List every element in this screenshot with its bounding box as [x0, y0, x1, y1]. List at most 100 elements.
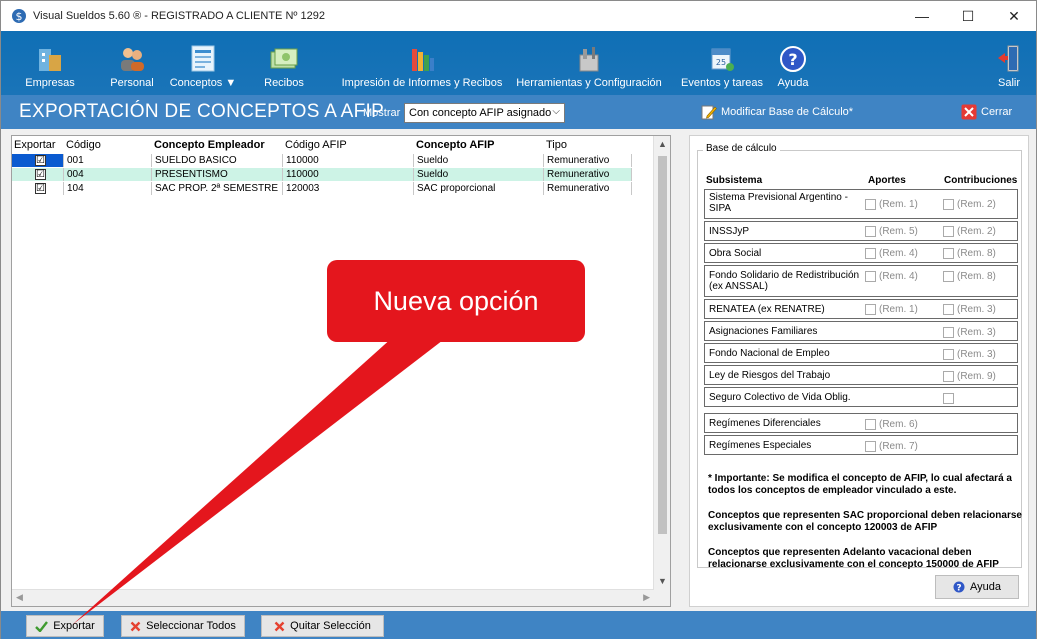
scroll-left-icon[interactable]: ◀: [16, 592, 23, 603]
footer-bar: Exportar Seleccionar Todos Quitar Selecc…: [1, 611, 1036, 639]
subsistema-row-fondo-empleo: Fondo Nacional de Empleo (Rem. 3): [704, 343, 1018, 363]
table-row[interactable]: ☑ 104 SAC PROP. 2ª SEMESTRE 120003 SAC p…: [12, 182, 632, 195]
contrib-checkbox[interactable]: [943, 248, 954, 259]
app-icon: $: [12, 9, 26, 23]
row-codigo-afip: 110000: [283, 154, 414, 167]
page-title: EXPORTACIÓN DE CONCEPTOS A AFIP: [19, 101, 385, 122]
row-codigo: 001: [64, 154, 152, 167]
exportar-button[interactable]: Exportar: [26, 615, 104, 637]
contrib-checkbox[interactable]: [943, 226, 954, 237]
toolbar-salir[interactable]: Salir: [989, 31, 1029, 95]
ayuda-button[interactable]: ? Ayuda: [935, 575, 1019, 599]
table-row[interactable]: ☑ 001 SUELDO BASICO 110000 Sueldo Remune…: [12, 154, 632, 167]
toolbar-ayuda[interactable]: ? Ayuda: [771, 31, 815, 95]
contrib-checkbox[interactable]: [943, 349, 954, 360]
row-concepto-afip: Sueldo: [414, 168, 544, 181]
aporte-checkbox[interactable]: [865, 304, 876, 315]
row-concepto: PRESENTISMO: [152, 168, 283, 181]
row-codigo: 104: [64, 182, 152, 195]
help-icon: ?: [953, 581, 965, 593]
aporte-checkbox[interactable]: [865, 199, 876, 210]
calendar-icon: 25: [711, 48, 734, 71]
grid-vertical-scrollbar[interactable]: ▲ ▼: [653, 136, 670, 606]
subsistema-row-fondo-solidario: Fondo Solidario de Redistribución (ex AN…: [704, 265, 1018, 297]
subsistema-row-inssjyp: INSSJyP (Rem. 5) (Rem. 2): [704, 221, 1018, 241]
tools-icon: [579, 47, 599, 72]
col-exportar[interactable]: Exportar: [14, 136, 56, 154]
base-calculo-panel: Base de cálculo Subsistema Aportes Contr…: [689, 135, 1029, 607]
row-concepto-afip: Sueldo: [414, 154, 544, 167]
svg-text:25: 25: [716, 58, 726, 67]
aportes-header: Aportes: [868, 175, 906, 186]
cerrar-button[interactable]: Cerrar: [961, 104, 1012, 120]
cross-icon: [274, 621, 285, 631]
note-sac: Conceptos que representen SAC proporcion…: [708, 510, 1022, 533]
close-window-button[interactable]: ✕: [991, 1, 1037, 31]
conceptos-grid: Exportar Código Concepto Empleador Códig…: [11, 135, 671, 607]
export-checkbox[interactable]: ☑: [35, 155, 46, 166]
toolbar-empresas[interactable]: Empresas: [19, 31, 81, 95]
table-row[interactable]: ☑ 004 PRESENTISMO 110000 Sueldo Remunera…: [12, 168, 632, 181]
callout-nueva-opcion: Nueva opción: [327, 260, 585, 342]
svg-text:$: $: [16, 10, 23, 23]
row-concepto: SAC PROP. 2ª SEMESTRE: [152, 182, 283, 195]
close-red-icon: [961, 104, 977, 120]
aporte-checkbox[interactable]: [865, 248, 876, 259]
row-codigo-afip: 110000: [283, 168, 414, 181]
col-codigo-afip[interactable]: Código AFIP: [285, 136, 347, 154]
maximize-button[interactable]: ☐: [945, 1, 991, 31]
chevron-down-icon: ⌵: [552, 106, 560, 117]
seleccionar-todos-button[interactable]: Seleccionar Todos: [121, 615, 245, 637]
minimize-button[interactable]: —: [899, 1, 945, 31]
toolbar-recibos[interactable]: Recibos: [257, 31, 311, 95]
toolbar-conceptos[interactable]: Conceptos ▼: [167, 31, 239, 95]
contrib-checkbox[interactable]: [943, 393, 954, 404]
quitar-seleccion-button[interactable]: Quitar Selección: [261, 615, 384, 637]
subsistema-row-diferenciales: Regímenes Diferenciales (Rem. 6): [704, 413, 1018, 433]
aporte-checkbox[interactable]: [865, 441, 876, 452]
contrib-checkbox[interactable]: [943, 271, 954, 282]
mostrar-select[interactable]: Con concepto AFIP asignado ⌵: [404, 103, 565, 123]
scroll-up-icon[interactable]: ▲: [658, 139, 667, 149]
col-concepto-empleador[interactable]: Concepto Empleador: [154, 136, 265, 154]
export-checkbox[interactable]: ☑: [35, 183, 46, 194]
section-header: EXPORTACIÓN DE CONCEPTOS A AFIP Mostrar …: [1, 95, 1036, 129]
scroll-down-icon[interactable]: ▼: [658, 576, 667, 586]
col-tipo[interactable]: Tipo: [546, 136, 567, 154]
toolbar-impresion[interactable]: Impresión de Informes y Recibos: [334, 31, 510, 95]
toolbar-herramientas[interactable]: Herramientas y Configuración: [514, 31, 664, 95]
contrib-checkbox[interactable]: [943, 304, 954, 315]
contrib-checkbox[interactable]: [943, 199, 954, 210]
svg-text:?: ?: [956, 584, 961, 594]
aporte-checkbox[interactable]: [865, 419, 876, 430]
note-importante: * Importante: Se modifica el concepto de…: [708, 473, 1012, 496]
base-calculo-group: Base de cálculo Subsistema Aportes Contr…: [697, 143, 1022, 570]
row-tipo: Remunerativo: [544, 154, 632, 167]
contrib-checkbox[interactable]: [943, 327, 954, 338]
col-concepto-afip[interactable]: Concepto AFIP: [416, 136, 494, 154]
edit-pencil-icon: [701, 105, 717, 120]
aporte-checkbox[interactable]: [865, 271, 876, 282]
aporte-checkbox[interactable]: [865, 226, 876, 237]
app-window: $ Visual Sueldos 5.60 ® - REGISTRADO A C…: [0, 0, 1037, 639]
row-tipo: Remunerativo: [544, 182, 632, 195]
scroll-right-icon[interactable]: ▶: [643, 592, 650, 603]
note-adelanto: Conceptos que representen Adelanto vacac…: [708, 547, 999, 570]
window-title: Visual Sueldos 5.60 ® - REGISTRADO A CLI…: [33, 10, 325, 22]
toolbar-eventos[interactable]: 25 Eventos y tareas: [677, 31, 767, 95]
row-codigo: 004: [64, 168, 152, 181]
scroll-thumb[interactable]: [658, 156, 667, 534]
money-icon: [270, 48, 298, 69]
row-export-cell[interactable]: ☑: [12, 168, 64, 181]
contrib-checkbox[interactable]: [943, 371, 954, 382]
export-checkbox[interactable]: ☑: [35, 169, 46, 180]
grid-horizontal-scrollbar[interactable]: ◀ ▶: [12, 589, 654, 606]
toolbar-personal[interactable]: Personal: [101, 31, 163, 95]
row-export-cell[interactable]: ☑: [12, 182, 64, 195]
row-export-cell[interactable]: ☑: [12, 154, 64, 167]
row-concepto: SUELDO BASICO: [152, 154, 283, 167]
col-codigo[interactable]: Código: [66, 136, 101, 154]
modificar-base-button[interactable]: Modificar Base de Cálculo*: [701, 104, 853, 120]
help-icon: ?: [780, 46, 806, 72]
row-codigo-afip: 120003: [283, 182, 414, 195]
